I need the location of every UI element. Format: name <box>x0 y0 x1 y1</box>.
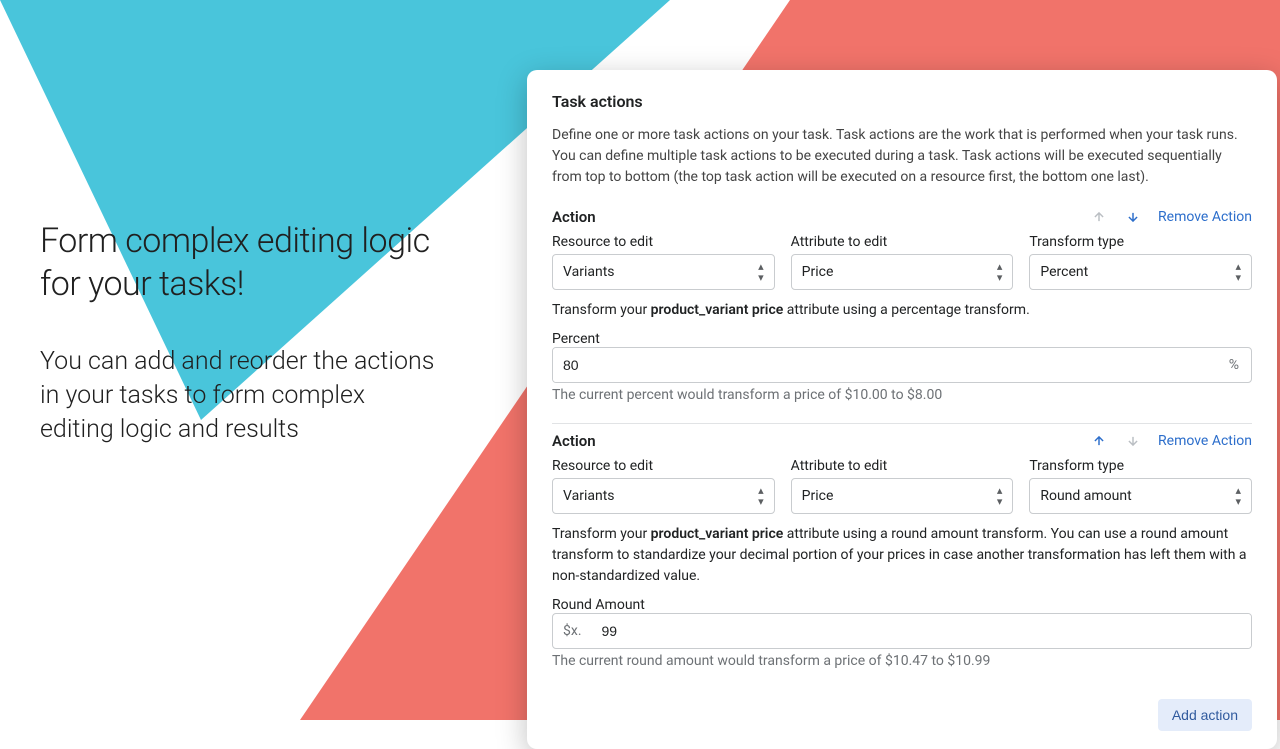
round-amount-prefix: $x. <box>553 623 592 639</box>
attribute-value: Price <box>802 488 834 504</box>
percent-label: Percent <box>552 331 600 347</box>
attribute-label: Attribute to edit <box>791 234 1014 250</box>
remove-action-link[interactable]: Remove Action <box>1158 209 1252 225</box>
resource-label: Resource to edit <box>552 458 775 474</box>
transform-note: Transform your product_variant price att… <box>552 300 1252 321</box>
transform-note: Transform your product_variant price att… <box>552 524 1252 587</box>
select-caret-icon: ▴▾ <box>758 485 764 507</box>
transform-select[interactable]: Round amount ▴▾ <box>1029 478 1252 514</box>
attribute-select[interactable]: Price ▴▾ <box>791 478 1014 514</box>
resource-label: Resource to edit <box>552 234 775 250</box>
resource-select[interactable]: Variants ▴▾ <box>552 478 775 514</box>
card-title: Task actions <box>552 92 1252 111</box>
remove-action-link[interactable]: Remove Action <box>1158 433 1252 449</box>
select-caret-icon: ▴▾ <box>1235 261 1241 283</box>
transform-value: Percent <box>1040 264 1088 280</box>
move-down-button <box>1124 432 1142 450</box>
transform-value: Round amount <box>1040 488 1131 504</box>
action-heading: Action <box>552 432 596 450</box>
card-description: Define one or more task actions on your … <box>552 125 1252 188</box>
transform-label: Transform type <box>1029 458 1252 474</box>
select-caret-icon: ▴▾ <box>1235 485 1241 507</box>
attribute-label: Attribute to edit <box>791 458 1014 474</box>
move-down-button[interactable] <box>1124 208 1142 226</box>
resource-select[interactable]: Variants ▴▾ <box>552 254 775 290</box>
percent-suffix: % <box>1217 357 1251 373</box>
move-up-button[interactable] <box>1090 432 1108 450</box>
promo-text: Form complex editing logic for your task… <box>40 220 440 446</box>
round-amount-input[interactable] <box>592 614 1251 648</box>
select-caret-icon: ▴▾ <box>758 261 764 283</box>
resource-value: Variants <box>563 264 615 280</box>
action-block-1: Action Remove Action Resource to edit Va… <box>552 200 1252 423</box>
round-amount-input-row: $x. <box>552 613 1252 649</box>
transform-label: Transform type <box>1029 234 1252 250</box>
promo-body: You can add and reorder the actions in y… <box>40 345 440 446</box>
percent-input[interactable] <box>553 348 1217 382</box>
move-up-button <box>1090 208 1108 226</box>
percent-input-row: % <box>552 347 1252 383</box>
action-block-2: Action Remove Action Resource to edit Va… <box>552 423 1252 689</box>
resource-value: Variants <box>563 488 615 504</box>
promo-headline: Form complex editing logic for your task… <box>40 220 440 305</box>
attribute-value: Price <box>802 264 834 280</box>
round-amount-label: Round Amount <box>552 597 645 613</box>
transform-select[interactable]: Percent ▴▾ <box>1029 254 1252 290</box>
task-actions-card: Task actions Define one or more task act… <box>527 70 1277 749</box>
select-caret-icon: ▴▾ <box>997 485 1003 507</box>
percent-hint: The current percent would transform a pr… <box>552 387 1252 403</box>
attribute-select[interactable]: Price ▴▾ <box>791 254 1014 290</box>
add-action-button[interactable]: Add action <box>1158 699 1252 731</box>
select-caret-icon: ▴▾ <box>997 261 1003 283</box>
action-heading: Action <box>552 208 596 226</box>
round-amount-hint: The current round amount would transform… <box>552 653 1252 669</box>
